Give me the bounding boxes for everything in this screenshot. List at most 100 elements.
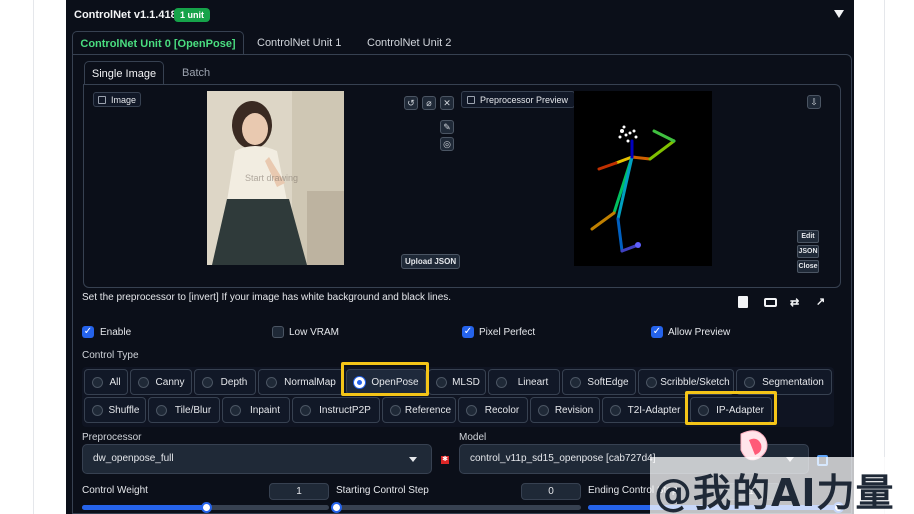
- tab-unit-0[interactable]: ControlNet Unit 0 [OpenPose]: [72, 31, 244, 55]
- control-type-depth-label: Depth: [220, 376, 248, 388]
- control-type-reference-label: Reference: [404, 404, 452, 416]
- enable-label: Enable: [100, 327, 132, 338]
- control-type-softedge[interactable]: SoftEdge: [562, 369, 636, 395]
- starting-step-knob[interactable]: [331, 502, 342, 513]
- image-area: [83, 84, 841, 288]
- close-icon[interactable]: ✕: [440, 96, 454, 110]
- allow-preview-label: Allow Preview: [668, 327, 731, 338]
- control-type-shuffle[interactable]: Shuffle: [84, 397, 146, 423]
- enable-checkbox[interactable]: ✓: [82, 326, 94, 338]
- image-icon: [98, 96, 106, 104]
- image-label: Image: [111, 95, 137, 105]
- control-type-revision[interactable]: Revision: [530, 397, 600, 423]
- swap-icon[interactable]: ⇄: [790, 296, 799, 309]
- control-type-instructp2p[interactable]: InstructP2P: [292, 397, 380, 423]
- control-type-openpose[interactable]: OpenPose: [346, 369, 426, 395]
- control-type-t2i-adapter-label: T2I-Adapter: [627, 404, 681, 416]
- camera-icon[interactable]: ◎: [440, 137, 454, 151]
- frame-line-right: [884, 0, 885, 514]
- model-value: control_v11p_sd15_openpose [cab727d4]: [470, 453, 656, 464]
- unit-count-badge: 1 unit: [174, 8, 210, 22]
- control-type-instructp2p-label: InstructP2P: [319, 404, 371, 416]
- download-icon[interactable]: ⇩: [807, 95, 821, 109]
- pixel-perfect-label: Pixel Perfect: [479, 327, 536, 338]
- preview-label: Preprocessor Preview: [480, 95, 569, 105]
- edit-button[interactable]: Edit: [797, 230, 819, 243]
- control-type-tile-blur[interactable]: Tile/Blur: [148, 397, 220, 423]
- json-button[interactable]: JSON: [797, 245, 819, 258]
- control-weight-input[interactable]: 1: [269, 483, 329, 500]
- watermark-text: @我的AI力量: [654, 471, 895, 514]
- pixel-perfect-checkbox[interactable]: ✓: [462, 326, 474, 338]
- control-type-revision-label: Revision: [554, 404, 594, 416]
- canvas-placeholder: Start drawing: [245, 173, 299, 183]
- tab-single-image[interactable]: Single Image: [84, 61, 164, 85]
- image-icon: [467, 96, 475, 104]
- send-icon[interactable]: ↗: [816, 295, 825, 308]
- control-type-normalmap-label: NormalMap: [284, 376, 336, 388]
- control-type-depth[interactable]: Depth: [194, 369, 256, 395]
- starting-step-input[interactable]: 0: [521, 483, 581, 500]
- document-icon[interactable]: [738, 296, 748, 308]
- panel-title: ControlNet v1.1.418: [74, 9, 177, 21]
- control-weight-label: Control Weight: [82, 485, 148, 496]
- control-type-softedge-label: SoftEdge: [587, 376, 629, 388]
- tab-batch[interactable]: Batch: [182, 67, 210, 79]
- allow-preview-checkbox[interactable]: ✓: [651, 326, 663, 338]
- control-type-recolor[interactable]: Recolor: [458, 397, 528, 423]
- tab-single-image-label: Single Image: [91, 68, 157, 80]
- preprocessor-label: Preprocessor: [82, 432, 142, 443]
- tab-unit-0-label: ControlNet Unit 0 [OpenPose]: [80, 38, 236, 50]
- close-preview-button[interactable]: Close: [797, 260, 819, 273]
- control-type-lineart-label: Lineart: [517, 376, 549, 388]
- control-type-ip-adapter[interactable]: IP-Adapter: [690, 397, 772, 423]
- control-type-normalmap[interactable]: NormalMap: [258, 369, 344, 395]
- control-type-recolor-label: Recolor: [484, 404, 520, 416]
- model-label: Model: [459, 432, 487, 443]
- control-type-scribble-sketch-label: Scribble/Sketch: [660, 376, 730, 388]
- tab-unit-1[interactable]: ControlNet Unit 1: [257, 37, 341, 49]
- control-type-label: Control Type: [82, 350, 139, 361]
- preprocessor-preview-image: [574, 91, 712, 266]
- preview-label-box: Preprocessor Preview: [461, 91, 576, 108]
- control-type-t2i-adapter[interactable]: T2I-Adapter: [602, 397, 688, 423]
- run-preprocessor-icon[interactable]: ✱: [441, 456, 449, 464]
- preprocessor-value: dw_openpose_full: [93, 453, 174, 464]
- control-type-segmentation[interactable]: Segmentation: [736, 369, 832, 395]
- control-weight-knob[interactable]: [201, 502, 212, 513]
- control-type-mlsd[interactable]: MLSD: [428, 369, 486, 395]
- brush-icon[interactable]: ✎: [440, 120, 454, 134]
- triangle-down-icon[interactable]: [834, 10, 844, 18]
- controlnet-panel: ControlNet v1.1.418 1 unit ControlNet Un…: [66, 0, 854, 514]
- input-image[interactable]: Start drawing: [207, 91, 344, 265]
- control-type-lineart[interactable]: Lineart: [488, 369, 560, 395]
- control-type-shuffle-label: Shuffle: [108, 404, 140, 416]
- control-type-inpaint[interactable]: Inpaint: [222, 397, 290, 423]
- undo-icon[interactable]: ↺: [404, 96, 418, 110]
- control-type-segmentation-label: Segmentation: [762, 376, 824, 388]
- frame-line-left: [33, 0, 34, 514]
- openpose-skeleton-image: [590, 125, 676, 253]
- preprocessor-dropdown[interactable]: dw_openpose_full: [82, 444, 432, 474]
- camera-icon[interactable]: [764, 298, 777, 307]
- chevron-down-icon: [409, 457, 417, 462]
- control-type-canny-label: Canny: [155, 376, 185, 388]
- control-type-openpose-label: OpenPose: [371, 376, 419, 388]
- control-type-all[interactable]: All: [84, 369, 128, 395]
- upload-json-button[interactable]: Upload JSON: [401, 254, 461, 269]
- control-type-reference[interactable]: Reference: [382, 397, 456, 423]
- starting-step-label: Starting Control Step: [336, 485, 429, 496]
- invert-hint: Set the preprocessor to [invert] If your…: [82, 292, 452, 303]
- tab-unit-2[interactable]: ControlNet Unit 2: [367, 37, 451, 49]
- control-type-tile-blur-label: Tile/Blur: [174, 404, 212, 416]
- control-type-scribble-sketch[interactable]: Scribble/Sketch: [638, 369, 734, 395]
- control-type-ip-adapter-label: IP-Adapter: [716, 404, 764, 416]
- control-type-canny[interactable]: Canny: [130, 369, 192, 395]
- control-type-inpaint-label: Inpaint: [249, 404, 281, 416]
- starting-step-track[interactable]: [336, 505, 581, 510]
- control-weight-fill: [82, 505, 206, 510]
- erase-icon[interactable]: ⌀: [422, 96, 436, 110]
- low-vram-checkbox[interactable]: [272, 326, 284, 338]
- control-type-all-label: All: [109, 376, 121, 388]
- image-label-box: Image: [93, 92, 142, 107]
